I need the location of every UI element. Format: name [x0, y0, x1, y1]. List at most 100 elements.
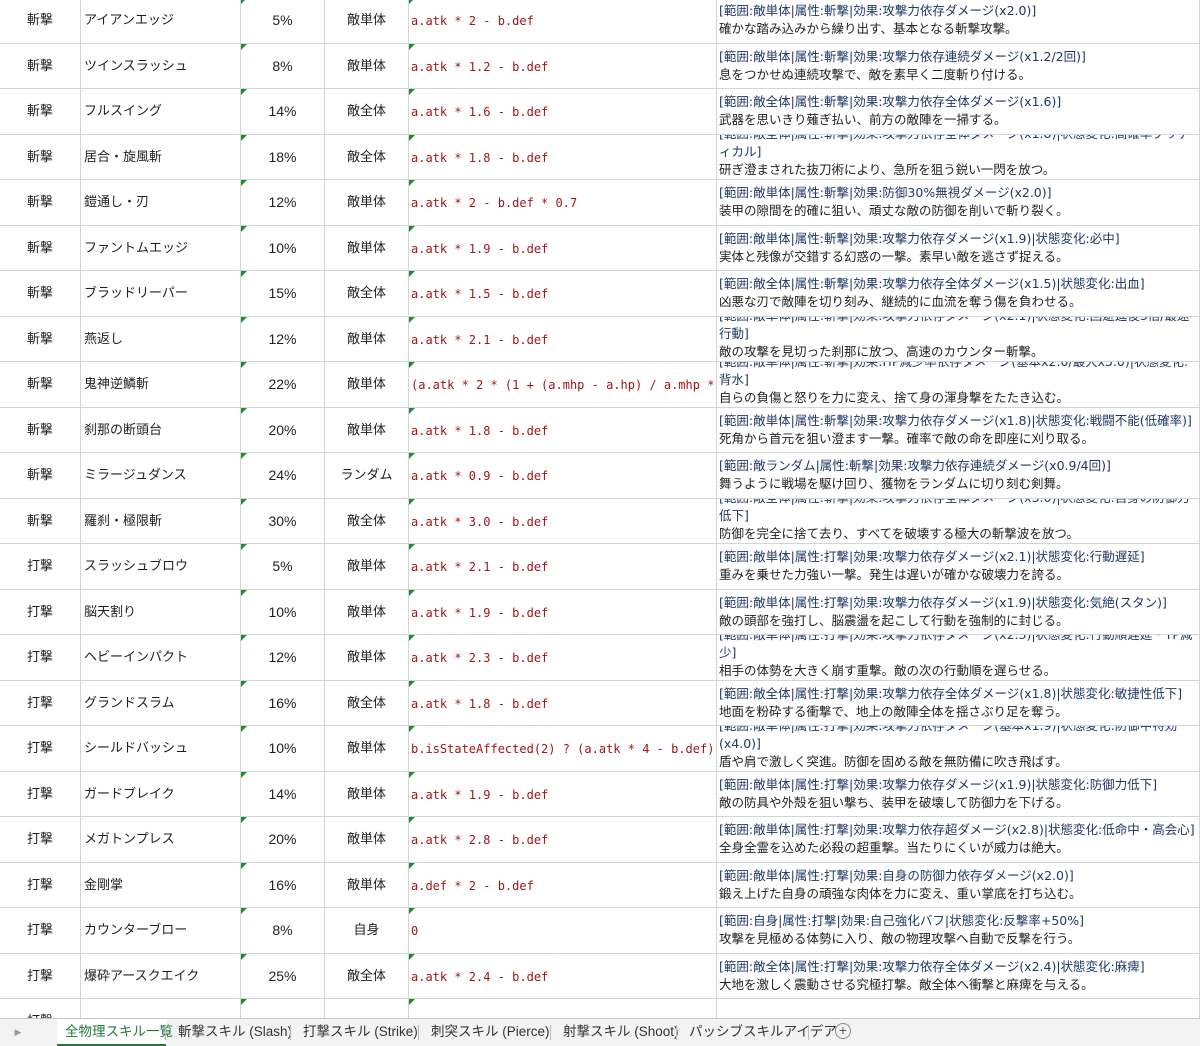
- category-cell[interactable]: 斬撃: [0, 271, 81, 317]
- rate-cell[interactable]: 12%: [241, 635, 325, 681]
- scope-cell[interactable]: 敵単体: [325, 0, 409, 44]
- category-cell[interactable]: 斬撃: [0, 134, 81, 180]
- description-cell[interactable]: [範囲:敵単体|属性:斬撃|効果:攻撃力依存ダメージ(x1.9)|状態変化:必中…: [717, 225, 1200, 271]
- scope-cell[interactable]: 敵単体: [325, 225, 409, 271]
- formula-cell[interactable]: (a.atk * 2 * (1 + (a.mhp - a.hp) / a.mhp…: [409, 362, 717, 408]
- scope-cell[interactable]: [325, 999, 409, 1018]
- rate-cell[interactable]: 22%: [241, 362, 325, 408]
- skill-name-cell[interactable]: 金剛掌: [81, 862, 241, 908]
- category-cell[interactable]: 打撃: [0, 908, 81, 954]
- description-cell[interactable]: [範囲:敵単体|属性:斬撃|効果:攻撃力依存ダメージ(x1.8)|状態変化:戦闘…: [717, 407, 1200, 453]
- skill-name-cell[interactable]: 脳天割り: [81, 589, 241, 635]
- description-cell[interactable]: [範囲:敵単体|属性:斬撃|効果:防御30%無視ダメージ(x2.0)] 装甲の隙間…: [717, 180, 1200, 226]
- description-cell[interactable]: [範囲:敵全体|属性:斬撃|効果:攻撃力依存全体ダメージ(x1.8)|状態変化:…: [717, 134, 1200, 180]
- category-cell[interactable]: 打撃: [0, 771, 81, 817]
- formula-cell[interactable]: [409, 999, 717, 1018]
- category-cell[interactable]: 斬撃: [0, 180, 81, 226]
- spreadsheet-grid[interactable]: 斬撃 アイアンエッジ 5% 敵単体 a.atk * 2 - b.def [範囲:敵単体|属…: [0, 0, 1200, 1018]
- rate-cell[interactable]: 12%: [241, 316, 325, 362]
- category-cell[interactable]: 打撃: [0, 817, 81, 863]
- skill-name-cell[interactable]: ファントムエッジ: [81, 225, 241, 271]
- description-cell[interactable]: [範囲:敵全体|属性:打撃|効果:攻撃力依存全体ダメージ(x2.4)|状態変化:…: [717, 953, 1200, 999]
- formula-cell[interactable]: a.atk * 1.9 - b.def: [409, 589, 717, 635]
- formula-cell[interactable]: a.atk * 2 - b.def * 0.7: [409, 180, 717, 226]
- rate-cell[interactable]: 12%: [241, 180, 325, 226]
- formula-cell[interactable]: a.atk * 1.8 - b.def: [409, 134, 717, 180]
- description-cell[interactable]: [範囲:敵単体|属性:斬撃|効果:攻撃力依存ダメージ(x2.1)|状態変化:回避…: [717, 316, 1200, 362]
- category-cell[interactable]: 斬撃: [0, 225, 81, 271]
- formula-cell[interactable]: a.atk * 2.1 - b.def: [409, 316, 717, 362]
- skill-name-cell[interactable]: 居合・旋風斬: [81, 134, 241, 180]
- description-cell[interactable]: [範囲:敵単体|属性:打撃|効果:攻撃力依存ダメージ(x1.9)|状態変化:防御…: [717, 771, 1200, 817]
- tab-all-physical-skills[interactable]: 全物理スキル一覧: [57, 1019, 173, 1046]
- skill-name-cell[interactable]: ガードブレイク: [81, 771, 241, 817]
- rate-cell[interactable]: 14%: [241, 89, 325, 135]
- description-cell[interactable]: [範囲:敵ランダム|属性:斬撃|効果:攻撃力依存連続ダメージ(x0.9/4回)]…: [717, 453, 1200, 499]
- tab-slash-skills[interactable]: 斬撃スキル (Slash): [170, 1019, 292, 1046]
- formula-cell[interactable]: a.def * 2 - b.def: [409, 862, 717, 908]
- tab-shoot-skills[interactable]: 射撃スキル (Shoot): [555, 1019, 679, 1046]
- skill-name-cell[interactable]: 刹那の断頭台: [81, 407, 241, 453]
- description-cell[interactable]: [範囲:敵単体|属性:斬撃|効果:攻撃力依存連続ダメージ(x1.2/2回)] 息を…: [717, 43, 1200, 89]
- category-cell[interactable]: 斬撃: [0, 43, 81, 89]
- category-cell[interactable]: 打撃: [0, 862, 81, 908]
- skill-name-cell[interactable]: アイアンエッジ: [81, 0, 241, 44]
- skill-name-cell[interactable]: メガトンプレス: [81, 817, 241, 863]
- formula-cell[interactable]: a.atk * 1.6 - b.def: [409, 89, 717, 135]
- skill-name-cell[interactable]: シールドバッシュ: [81, 726, 241, 772]
- scope-cell[interactable]: 敵全体: [325, 498, 409, 544]
- scope-cell[interactable]: 敵全体: [325, 271, 409, 317]
- formula-cell[interactable]: a.atk * 1.2 - b.def: [409, 43, 717, 89]
- formula-cell[interactable]: a.atk * 2.8 - b.def: [409, 817, 717, 863]
- description-cell[interactable]: [範囲:敵全体|属性:斬撃|効果:攻撃力依存全体ダメージ(x1.5)|状態変化:…: [717, 271, 1200, 317]
- skill-name-cell[interactable]: 羅刹・極限斬: [81, 498, 241, 544]
- formula-cell[interactable]: a.atk * 1.8 - b.def: [409, 407, 717, 453]
- skill-name-cell[interactable]: カウンターブロー: [81, 908, 241, 954]
- rate-cell[interactable]: 8%: [241, 43, 325, 89]
- scope-cell[interactable]: 敵単体: [325, 362, 409, 408]
- category-cell[interactable]: 斬撃: [0, 362, 81, 408]
- category-cell[interactable]: 打撃: [0, 999, 81, 1018]
- rate-cell[interactable]: 10%: [241, 225, 325, 271]
- category-cell[interactable]: 打撃: [0, 635, 81, 681]
- tab-passive-skill-ideas[interactable]: パッシブスキルアイデア: [681, 1019, 837, 1046]
- category-cell[interactable]: 斬撃: [0, 89, 81, 135]
- description-cell[interactable]: [範囲:敵単体|属性:打撃|効果:攻撃力依存超大ダメージ(x3.2)|状態変化:…: [717, 999, 1200, 1018]
- category-cell[interactable]: 打撃: [0, 726, 81, 772]
- rate-cell[interactable]: 30%: [241, 498, 325, 544]
- skill-name-cell[interactable]: 燕返し: [81, 316, 241, 362]
- skill-name-cell[interactable]: ツインスラッシュ: [81, 43, 241, 89]
- description-cell[interactable]: [範囲:敵単体|属性:打撃|効果:攻撃力依存超ダメージ(x2.8)|状態変化:低…: [717, 817, 1200, 863]
- description-cell[interactable]: [範囲:自身|属性:打撃|効果:自己強化バフ|状態変化:反撃率+50%] 攻撃を見…: [717, 908, 1200, 954]
- skill-name-cell[interactable]: 鬼神逆鱗斬: [81, 362, 241, 408]
- tab-pierce-skills[interactable]: 刺突スキル (Pierce): [423, 1019, 551, 1046]
- rate-cell[interactable]: 5%: [241, 544, 325, 590]
- scope-cell[interactable]: 自身: [325, 908, 409, 954]
- description-cell[interactable]: [範囲:敵単体|属性:斬撃|効果:攻撃力依存ダメージ(x2.0)] 確かな踏み込み…: [717, 0, 1200, 44]
- skill-name-cell[interactable]: ヘビーインパクト: [81, 635, 241, 681]
- scope-cell[interactable]: 敵単体: [325, 635, 409, 681]
- category-cell[interactable]: 打撃: [0, 953, 81, 999]
- scope-cell[interactable]: 敵単体: [325, 862, 409, 908]
- scope-cell[interactable]: 敵単体: [325, 316, 409, 362]
- description-cell[interactable]: [範囲:敵単体|属性:打撃|効果:自身の防御力依存ダメージ(x2.0)] 鍛え上げ…: [717, 862, 1200, 908]
- formula-cell[interactable]: a.atk * 2.3 - b.def: [409, 635, 717, 681]
- skill-name-cell[interactable]: 鎧通し・刃: [81, 180, 241, 226]
- scope-cell[interactable]: ランダム: [325, 453, 409, 499]
- category-cell[interactable]: 斬撃: [0, 0, 81, 44]
- description-cell[interactable]: [範囲:敵全体|属性:打撃|効果:攻撃力依存全体ダメージ(x1.8)|状態変化:…: [717, 680, 1200, 726]
- rate-cell[interactable]: 24%: [241, 453, 325, 499]
- scope-cell[interactable]: 敵単体: [325, 180, 409, 226]
- skill-name-cell[interactable]: ミラージュダンス: [81, 453, 241, 499]
- add-sheet-icon[interactable]: +: [835, 1023, 851, 1039]
- scope-cell[interactable]: 敵全体: [325, 953, 409, 999]
- formula-cell[interactable]: a.atk * 1.9 - b.def: [409, 225, 717, 271]
- tab-strike-skills[interactable]: 打撃スキル (Strike): [295, 1019, 419, 1046]
- scope-cell[interactable]: 敵単体: [325, 771, 409, 817]
- category-cell[interactable]: 斬撃: [0, 453, 81, 499]
- category-cell[interactable]: 打撃: [0, 589, 81, 635]
- scope-cell[interactable]: 敵全体: [325, 680, 409, 726]
- description-cell[interactable]: [範囲:敵全体|属性:斬撃|効果:攻撃力依存全体ダメージ(x1.6)] 武器を思い…: [717, 89, 1200, 135]
- formula-cell[interactable]: a.atk * 2.4 - b.def: [409, 953, 717, 999]
- description-cell[interactable]: [範囲:敵単体|属性:斬撃|効果:HP減少率依存ダメージ(基本x2.0/最大x5…: [717, 362, 1200, 408]
